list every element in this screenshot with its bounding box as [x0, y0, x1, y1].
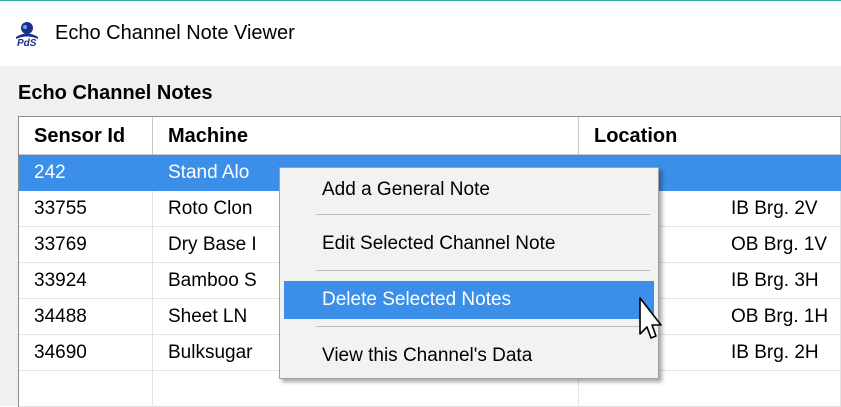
menu-separator [316, 214, 650, 215]
app-logo-icon: PdS [16, 22, 38, 47]
empty-cell [19, 371, 153, 407]
sensor-id-cell: 33755 [19, 191, 153, 227]
panel-title: Echo Channel Notes [18, 82, 213, 104]
sensor-id-cell: 33769 [19, 227, 153, 263]
column-header-location[interactable]: Location [579, 117, 841, 155]
table-header: Sensor Id Machine Location [19, 117, 841, 155]
mouse-pointer-icon [639, 297, 662, 339]
menu-separator [316, 270, 650, 271]
menu-item-view-channel-data[interactable]: View this Channel's Data [284, 337, 654, 375]
menu-item-add-general-note[interactable]: Add a General Note [284, 171, 654, 209]
menu-separator [316, 326, 650, 327]
window-title: Echo Channel Note Viewer [55, 22, 295, 44]
title-bar: PdS Echo Channel Note Viewer [0, 0, 841, 67]
sensor-id-cell: 34488 [19, 299, 153, 335]
sensor-id-cell: 34690 [19, 335, 153, 371]
column-header-machine[interactable]: Machine [153, 117, 579, 155]
sensor-id-cell: 242 [34, 162, 66, 183]
column-header-sensor-id[interactable]: Sensor Id [19, 117, 153, 155]
menu-item-edit-channel-note[interactable]: Edit Selected Channel Note [284, 225, 654, 263]
menu-item-delete-selected-notes[interactable]: Delete Selected Notes [284, 281, 654, 319]
context-menu: Add a General Note Edit Selected Channel… [279, 167, 659, 379]
svg-text:PdS: PdS [17, 38, 37, 47]
sensor-id-cell: 33924 [19, 263, 153, 299]
